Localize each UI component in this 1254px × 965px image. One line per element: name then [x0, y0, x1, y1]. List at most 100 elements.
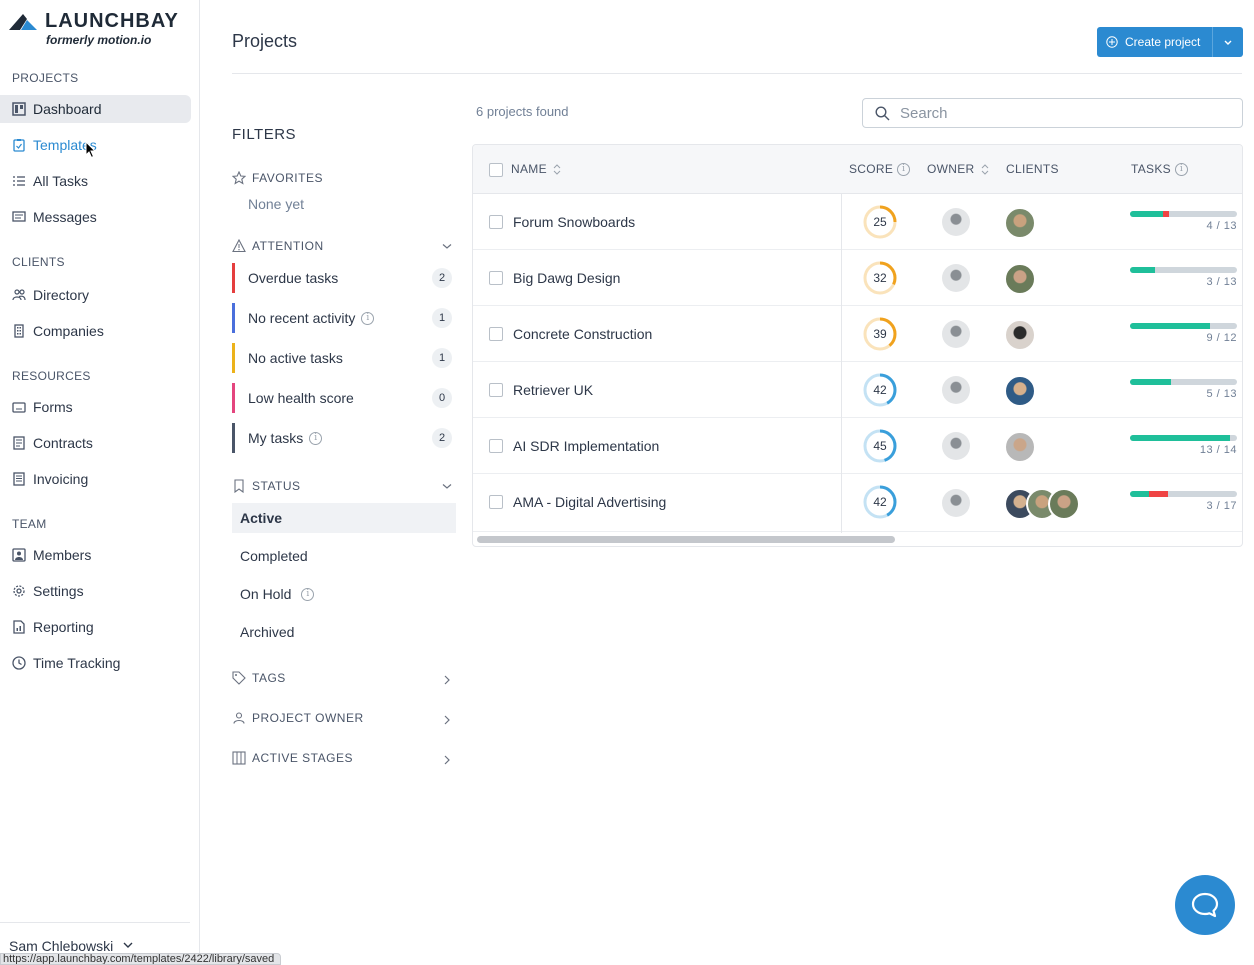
client-avatar[interactable] — [1004, 319, 1036, 351]
client-avatar[interactable] — [1004, 431, 1036, 463]
table-row[interactable]: AI SDR Implementation 45 13 / 14 — [473, 418, 1242, 474]
table-row[interactable]: AMA - Digital Advertising 42 3 / 17 — [473, 474, 1242, 532]
sidebar-item-label: Members — [33, 547, 92, 563]
client-avatar[interactable] — [1004, 263, 1036, 295]
project-name[interactable]: AI SDR Implementation — [513, 438, 659, 454]
filter-label: My tasks — [248, 430, 304, 446]
sidebar-item-settings[interactable]: Settings — [0, 577, 191, 605]
project-owner-header[interactable]: PROJECT OWNER — [232, 710, 452, 726]
logo[interactable]: LAUNCHBAY formerly motion.io — [9, 10, 189, 50]
owner-avatar[interactable] — [942, 320, 970, 348]
table-row[interactable]: Big Dawg Design 32 3 / 13 — [473, 250, 1242, 306]
table-row[interactable]: Forum Snowboards 25 4 / 13 — [473, 194, 1242, 250]
report-icon — [12, 620, 26, 634]
chat-button[interactable] — [1175, 875, 1235, 935]
horizontal-scrollbar[interactable] — [477, 536, 895, 543]
filter-no-active-tasks[interactable]: No active tasks 1 — [232, 343, 454, 373]
task-progress-bar — [1130, 491, 1237, 497]
search-box[interactable] — [862, 98, 1243, 128]
owner-avatar[interactable] — [942, 432, 970, 460]
row-checkbox[interactable] — [489, 495, 503, 509]
sidebar-item-companies[interactable]: Companies — [0, 317, 191, 345]
sort-icon — [553, 163, 561, 175]
status-on-hold[interactable]: On Hold i — [232, 579, 456, 609]
column-header-owner[interactable]: OWNER — [927, 162, 989, 176]
sidebar-item-directory[interactable]: Directory — [0, 281, 191, 309]
attention-color-bar — [232, 423, 235, 453]
project-name[interactable]: Forum Snowboards — [513, 214, 635, 230]
info-icon[interactable]: i — [309, 431, 323, 445]
active-stages-header[interactable]: ACTIVE STAGES — [232, 750, 452, 766]
sidebar-item-reporting[interactable]: Reporting — [0, 613, 191, 641]
column-header-score[interactable]: SCORE i — [849, 162, 911, 176]
row-checkbox[interactable] — [489, 439, 503, 453]
info-icon[interactable]: i — [1174, 162, 1188, 176]
table-row[interactable]: Concrete Construction 39 9 / 12 — [473, 306, 1242, 362]
chevron-down-icon — [442, 244, 452, 249]
select-all-checkbox[interactable] — [489, 163, 503, 177]
owner-avatar[interactable] — [942, 208, 970, 236]
task-progress-overdue — [1149, 491, 1168, 497]
sidebar-item-forms[interactable]: Forms — [0, 393, 191, 421]
filter-overdue-tasks[interactable]: Overdue tasks 2 — [232, 263, 454, 293]
client-avatar[interactable] — [1004, 375, 1036, 407]
column-header-name[interactable]: NAME — [511, 162, 561, 176]
filter-my-tasks[interactable]: My tasks i 2 — [232, 423, 454, 453]
info-icon[interactable]: i — [897, 162, 911, 176]
project-name[interactable]: Retriever UK — [513, 382, 593, 398]
sidebar-item-invoicing[interactable]: Invoicing — [0, 465, 191, 493]
tags-header[interactable]: TAGS — [232, 670, 452, 686]
health-score: 25 — [863, 205, 897, 239]
owner-avatar[interactable] — [942, 376, 970, 404]
owner-avatar[interactable] — [942, 264, 970, 292]
project-name[interactable]: Concrete Construction — [513, 326, 652, 342]
nav-section-clients: CLIENTS — [12, 255, 65, 269]
project-name[interactable]: AMA - Digital Advertising — [513, 494, 666, 510]
task-progress-done — [1130, 379, 1171, 385]
owner-avatar[interactable] — [942, 489, 970, 517]
dashboard-icon — [12, 102, 26, 116]
status-completed[interactable]: Completed — [232, 541, 456, 571]
warning-icon — [232, 239, 246, 253]
chevron-down-icon — [442, 484, 452, 489]
row-checkbox[interactable] — [489, 215, 503, 229]
row-checkbox[interactable] — [489, 327, 503, 341]
column-header-clients[interactable]: CLIENTS — [1006, 162, 1059, 176]
project-name[interactable]: Big Dawg Design — [513, 270, 620, 286]
chevron-right-icon — [444, 675, 450, 685]
create-project-dropdown[interactable] — [1213, 27, 1243, 57]
info-icon[interactable]: i — [301, 587, 315, 601]
filter-low-health-score[interactable]: Low health score 0 — [232, 383, 454, 413]
client-avatar[interactable] — [1004, 207, 1036, 239]
sidebar-item-members[interactable]: Members — [0, 541, 191, 569]
client-avatar[interactable] — [1048, 488, 1080, 520]
health-score: 39 — [863, 317, 897, 351]
search-input[interactable] — [900, 104, 1220, 122]
health-score: 42 — [863, 485, 897, 519]
sidebar-item-label: Directory — [33, 287, 90, 303]
star-icon — [232, 171, 246, 185]
status-archived[interactable]: Archived — [232, 617, 456, 647]
row-checkbox[interactable] — [489, 383, 503, 397]
status-header[interactable]: STATUS — [232, 478, 452, 494]
favorites-header[interactable]: FAVORITES — [232, 170, 452, 186]
info-icon[interactable]: i — [361, 311, 375, 325]
task-progress-done — [1130, 211, 1163, 217]
attention-header[interactable]: ATTENTION — [232, 238, 452, 254]
create-project-main[interactable]: Create project — [1097, 27, 1213, 57]
create-project-button[interactable]: Create project — [1097, 27, 1243, 57]
sidebar-item-dashboard[interactable]: Dashboard — [0, 95, 191, 123]
score-value: 39 — [873, 327, 887, 341]
filter-count: 1 — [432, 308, 452, 328]
status-active[interactable]: Active — [232, 503, 456, 533]
table-row[interactable]: Retriever UK 42 5 / 13 — [473, 362, 1242, 418]
sidebar-item-messages[interactable]: Messages — [0, 203, 191, 231]
page-title: Projects — [232, 31, 298, 51]
row-checkbox[interactable] — [489, 271, 503, 285]
sort-icon — [981, 163, 988, 175]
column-header-tasks[interactable]: TASKS i — [1131, 162, 1188, 176]
filter-no-recent-activity[interactable]: No recent activity i 1 — [232, 303, 454, 333]
sidebar-item-all-tasks[interactable]: All Tasks — [0, 167, 191, 195]
sidebar-item-time-tracking[interactable]: Time Tracking — [0, 649, 191, 677]
sidebar-item-contracts[interactable]: Contracts — [0, 429, 191, 457]
